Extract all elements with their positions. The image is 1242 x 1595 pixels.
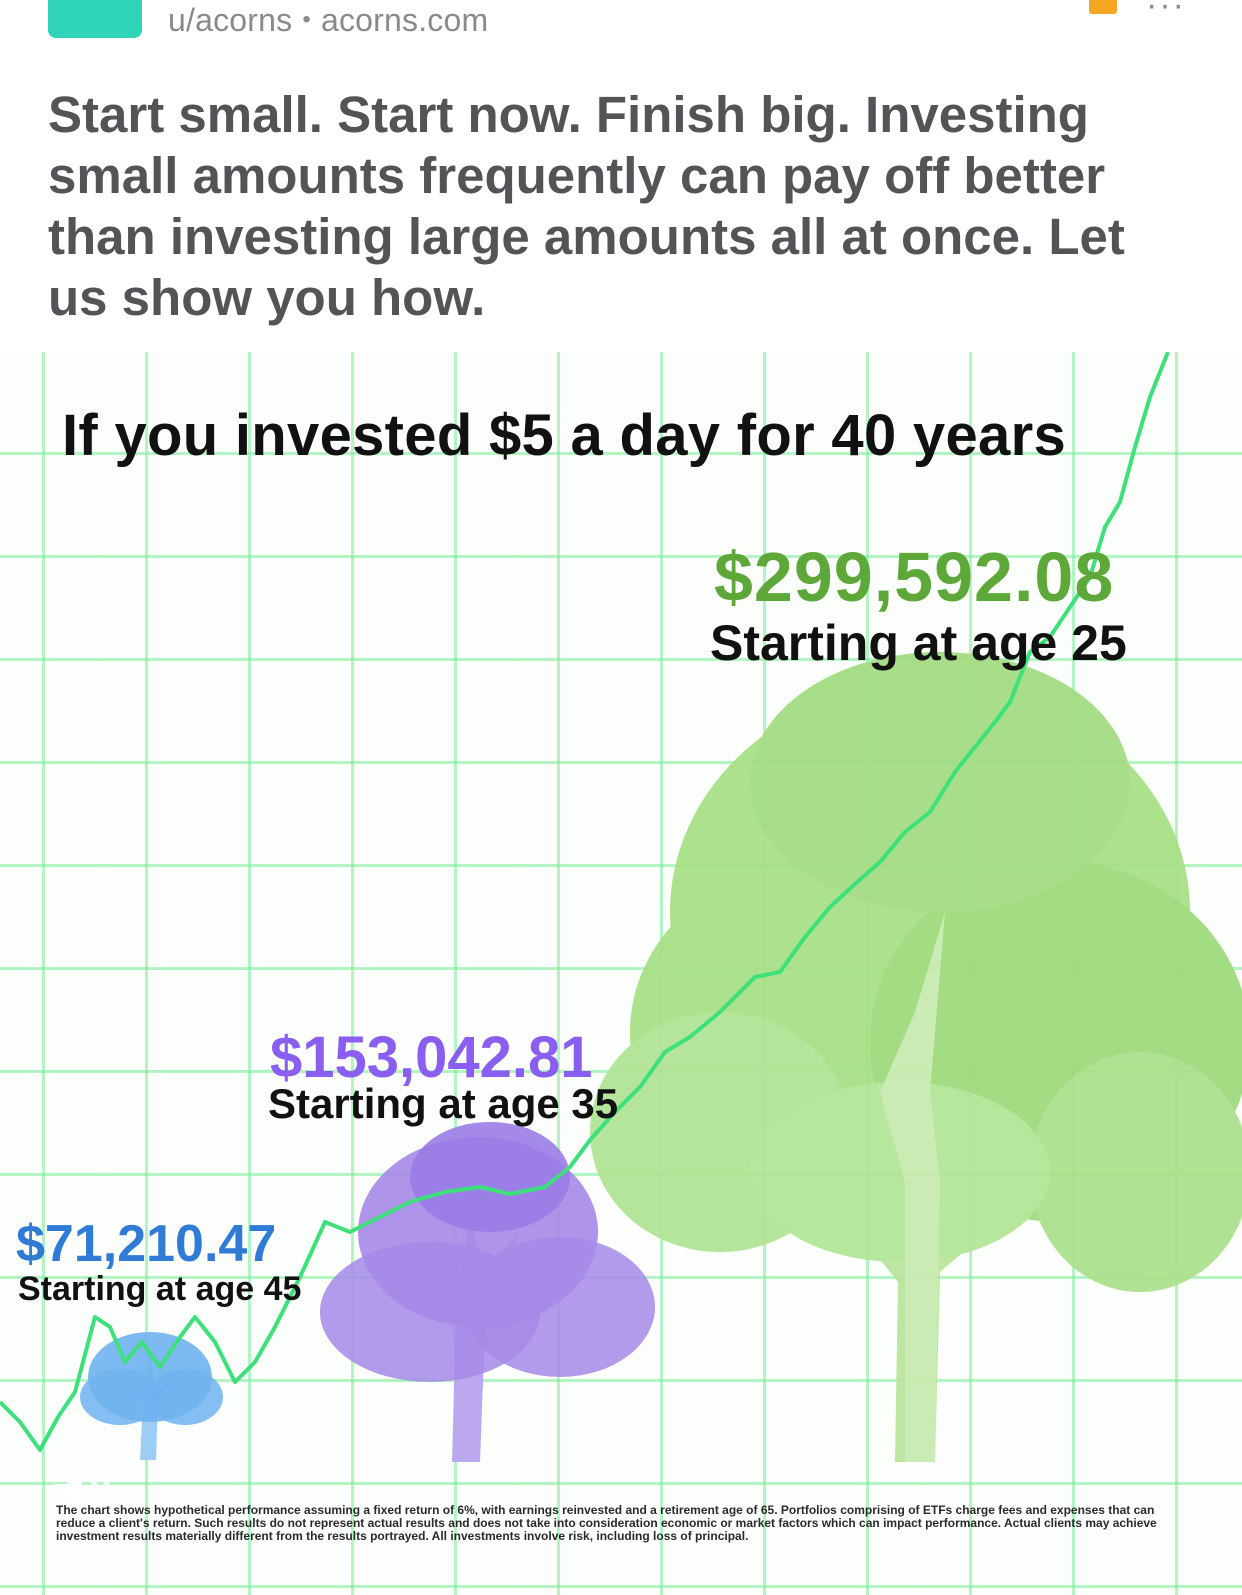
username-link[interactable]: u/acorns bbox=[168, 2, 292, 38]
byline-separator: • bbox=[302, 6, 311, 33]
domain-link[interactable]: acorns.com bbox=[321, 2, 488, 38]
tree-age-25 bbox=[590, 652, 1242, 1462]
amount-age-45: $71,210.47 bbox=[16, 1215, 277, 1273]
label-age-45: Starting at age 45 bbox=[18, 1270, 302, 1308]
ad-disclaimer: The chart shows hypothetical performance… bbox=[56, 1503, 1157, 1543]
post-header: u/acorns • acorns.com ··· bbox=[0, 0, 1242, 60]
acorns-avatar[interactable] bbox=[48, 0, 142, 38]
amount-age-25: $299,592.08 bbox=[714, 538, 1115, 616]
post-title[interactable]: Start small. Start now. Finish big. Inve… bbox=[48, 84, 1198, 328]
label-age-35: Starting at age 35 bbox=[268, 1080, 619, 1127]
ad-media[interactable]: If you invested $5 a day for 40 years $2… bbox=[0, 352, 1242, 1595]
tree-age-45 bbox=[80, 1332, 223, 1460]
more-options-icon[interactable]: ··· bbox=[1146, 0, 1186, 25]
post-byline: u/acorns • acorns.com bbox=[168, 2, 488, 39]
promoted-badge-icon bbox=[1089, 0, 1117, 14]
ad-headline: If you invested $5 a day for 40 years bbox=[62, 403, 1067, 468]
label-age-25: Starting at age 25 bbox=[710, 615, 1127, 671]
